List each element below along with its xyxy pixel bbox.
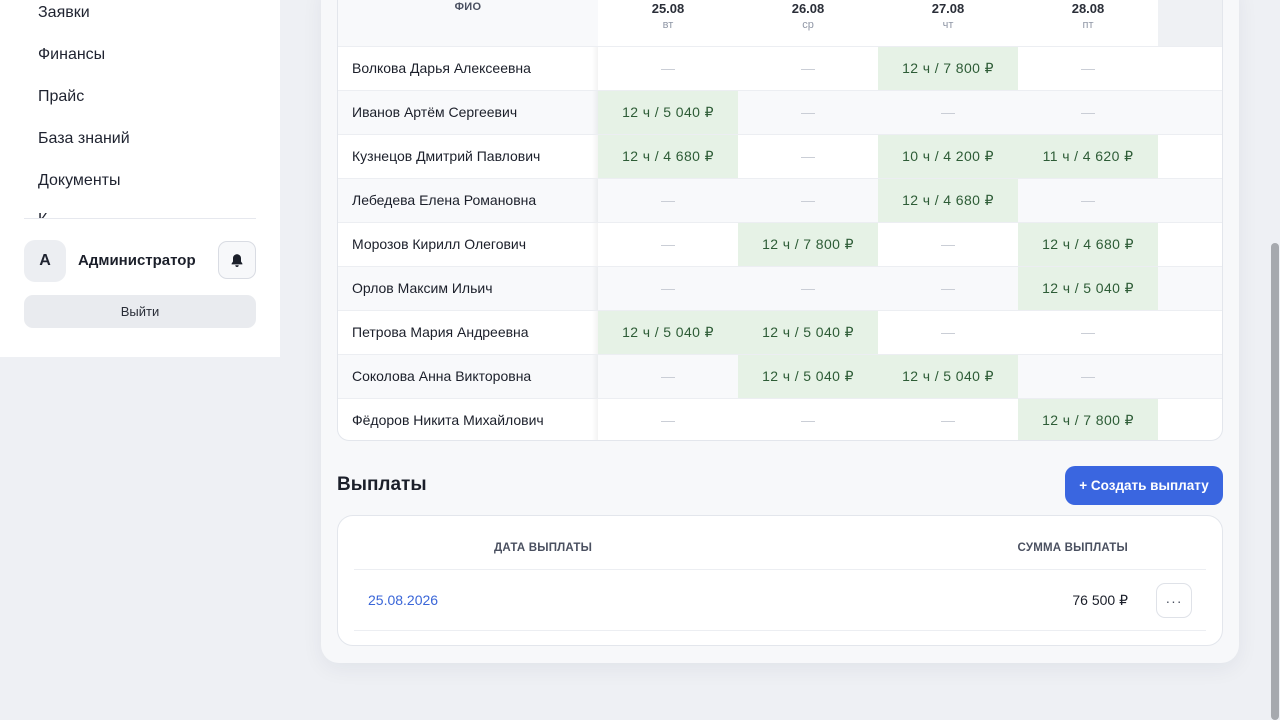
empty-shift-cell[interactable]: — [878, 267, 1018, 310]
employee-name: Лебедева Елена Романовна [352, 192, 537, 208]
row-actions-button[interactable]: ··· [1156, 583, 1192, 618]
shift-cell[interactable]: 12 ч / 5 040 ₽ [1018, 267, 1158, 310]
empty-shift-cell[interactable]: — [878, 399, 1018, 440]
day-header: 27.08 чт [878, 0, 1018, 46]
table-row: Лебедева Елена Романовна — —12 ч / 4 680 ₽… [338, 178, 1222, 222]
empty-shift-cell[interactable]: — [1018, 47, 1158, 90]
table-row: Петрова Мария Андреевна 12 ч / 5 040 ₽12 … [338, 310, 1222, 354]
avatar: А [24, 240, 66, 282]
shift-cell[interactable]: 12 ч / 7 800 ₽ [738, 223, 878, 266]
empty-shift-cell[interactable]: — [1018, 355, 1158, 398]
employee-name: Петрова Мария Андреевна [352, 324, 529, 340]
shift-cell[interactable]: 12 ч / 5 040 ₽ [598, 311, 738, 354]
employee-name: Иванов Артём Сергеевич [352, 104, 518, 120]
empty-shift-cell[interactable]: — [878, 91, 1018, 134]
sidebar: Заявки Финансы Прайс База знаний Докумен… [0, 0, 280, 357]
table-row: Морозов Кирилл Олегович —12 ч / 7 800 ₽ —1… [338, 222, 1222, 266]
empty-shift-cell[interactable]: — [1018, 179, 1158, 222]
employee-name: Орлов Максим Ильич [352, 280, 493, 296]
day-weekday: вт [662, 19, 674, 31]
employee-name: Волкова Дарья Алексеевна [352, 60, 531, 76]
employee-name: Морозов Кирилл Олегович [352, 236, 527, 252]
sidebar-nav: Заявки Финансы Прайс База знаний Докумен… [0, 0, 280, 218]
shift-cell[interactable]: 12 ч / 4 680 ₽ [878, 179, 1018, 222]
table-row: Иванов Артём Сергеевич 12 ч / 5 040 ₽ — — — [338, 90, 1222, 134]
day-date: 27.08 [931, 1, 965, 16]
shift-cell[interactable]: 12 ч / 4 680 ₽ [1018, 223, 1158, 266]
empty-shift-cell[interactable]: — [598, 223, 738, 266]
shift-cell[interactable]: 12 ч / 5 040 ₽ [738, 311, 878, 354]
sidebar-item-clipped[interactable]: К [38, 211, 47, 218]
table-row: Соколова Анна Викторовна —12 ч / 5 040 ₽1… [338, 354, 1222, 398]
payments-table: ДАТА ВЫПЛАТЫ СУММА ВЫПЛАТЫ 25.08.2026 76… [337, 515, 1223, 646]
name-column-label: ФИО [454, 1, 482, 13]
table-row: Волкова Дарья Алексеевна — —12 ч / 7 800 ₽… [338, 46, 1222, 90]
notifications-button[interactable] [218, 241, 256, 279]
empty-shift-cell[interactable]: — [738, 135, 878, 178]
day-header: 25.08 вт [598, 0, 738, 46]
sidebar-item-requests[interactable]: Заявки [38, 4, 90, 22]
day-weekday: пт [1082, 19, 1094, 31]
shift-cell[interactable]: 12 ч / 5 040 ₽ [598, 91, 738, 134]
shift-cell[interactable]: 12 ч / 4 680 ₽ [598, 135, 738, 178]
day-weekday: чт [942, 19, 954, 31]
empty-shift-cell[interactable]: — [738, 179, 878, 222]
payments-title: Выплаты [337, 474, 427, 495]
day-date: 26.08 [791, 1, 825, 16]
payment-date-column-header: ДАТА ВЫПЛАТЫ [494, 542, 593, 554]
shift-cell[interactable]: 12 ч / 7 800 ₽ [878, 47, 1018, 90]
employee-name: Фёдоров Никита Михайлович [352, 412, 544, 428]
empty-shift-cell[interactable]: — [598, 267, 738, 310]
schedule-header: ФИО 25.08 вт 26.08 ср 27.08 чт 28.08 пт [338, 0, 1222, 46]
employee-name: Соколова Анна Викторовна [352, 368, 532, 384]
name-column-header: ФИО [338, 0, 598, 46]
empty-shift-cell[interactable]: — [878, 311, 1018, 354]
payments-table-header: ДАТА ВЫПЛАТЫ СУММА ВЫПЛАТЫ [354, 534, 1206, 570]
payment-sum-column-header: СУММА ВЫПЛАТЫ [1017, 542, 1128, 554]
day-date: 25.08 [651, 1, 685, 16]
shift-cell[interactable]: 12 ч / 7 800 ₽ [1018, 399, 1158, 440]
table-row: Орлов Максим Ильич — — —12 ч / 5 040 ₽ [338, 266, 1222, 310]
empty-shift-cell[interactable]: — [738, 91, 878, 134]
logout-button[interactable]: Выйти [24, 295, 256, 328]
shift-cell[interactable]: 10 ч / 4 200 ₽ [878, 135, 1018, 178]
empty-shift-cell[interactable]: — [598, 355, 738, 398]
empty-shift-cell[interactable]: — [1018, 311, 1158, 354]
more-horizontal-icon: ··· [1165, 592, 1183, 609]
sidebar-item-knowledge[interactable]: База знаний [38, 130, 130, 148]
sidebar-item-documents[interactable]: Документы [38, 172, 120, 190]
table-row: Фёдоров Никита Михайлович — — —12 ч / 7 800… [338, 398, 1222, 440]
table-row: Кузнецов Дмитрий Павлович 12 ч / 4 680 ₽ —… [338, 134, 1222, 178]
scrollbar-thumb[interactable] [1271, 243, 1279, 720]
user-profile: А Администратор [24, 240, 256, 282]
empty-shift-cell[interactable]: — [1018, 91, 1158, 134]
employee-name: Кузнецов Дмитрий Павлович [352, 148, 541, 164]
day-weekday: ср [802, 19, 814, 31]
sidebar-item-finance[interactable]: Финансы [38, 46, 105, 64]
day-header: 28.08 пт [1018, 0, 1158, 46]
day-header: 26.08 ср [738, 0, 878, 46]
empty-shift-cell[interactable]: — [738, 399, 878, 440]
payment-date-link[interactable]: 25.08.2026 [368, 592, 438, 608]
empty-shift-cell[interactable]: — [878, 223, 1018, 266]
empty-shift-cell[interactable]: — [598, 399, 738, 440]
header-spacer [1158, 0, 1222, 46]
empty-shift-cell[interactable]: — [738, 267, 878, 310]
shift-cell[interactable]: 12 ч / 5 040 ₽ [878, 355, 1018, 398]
empty-shift-cell[interactable]: — [738, 47, 878, 90]
empty-shift-cell[interactable]: — [598, 47, 738, 90]
payment-sum: 76 500 ₽ [1072, 592, 1128, 608]
schedule-table: ФИО 25.08 вт 26.08 ср 27.08 чт 28.08 пт … [337, 0, 1223, 441]
user-name: Администратор [78, 252, 196, 269]
table-row: 25.08.2026 76 500 ₽ ··· [354, 570, 1206, 631]
page-scrollbar[interactable] [1270, 0, 1280, 720]
shift-cell[interactable]: 12 ч / 5 040 ₽ [738, 355, 878, 398]
day-date: 28.08 [1071, 1, 1105, 16]
shift-cell[interactable]: 11 ч / 4 620 ₽ [1018, 135, 1158, 178]
sidebar-item-price[interactable]: Прайс [38, 88, 84, 106]
empty-shift-cell[interactable]: — [598, 179, 738, 222]
create-payment-button[interactable]: + Создать выплату [1065, 466, 1223, 505]
sidebar-divider [24, 218, 256, 219]
bell-icon [231, 253, 243, 267]
